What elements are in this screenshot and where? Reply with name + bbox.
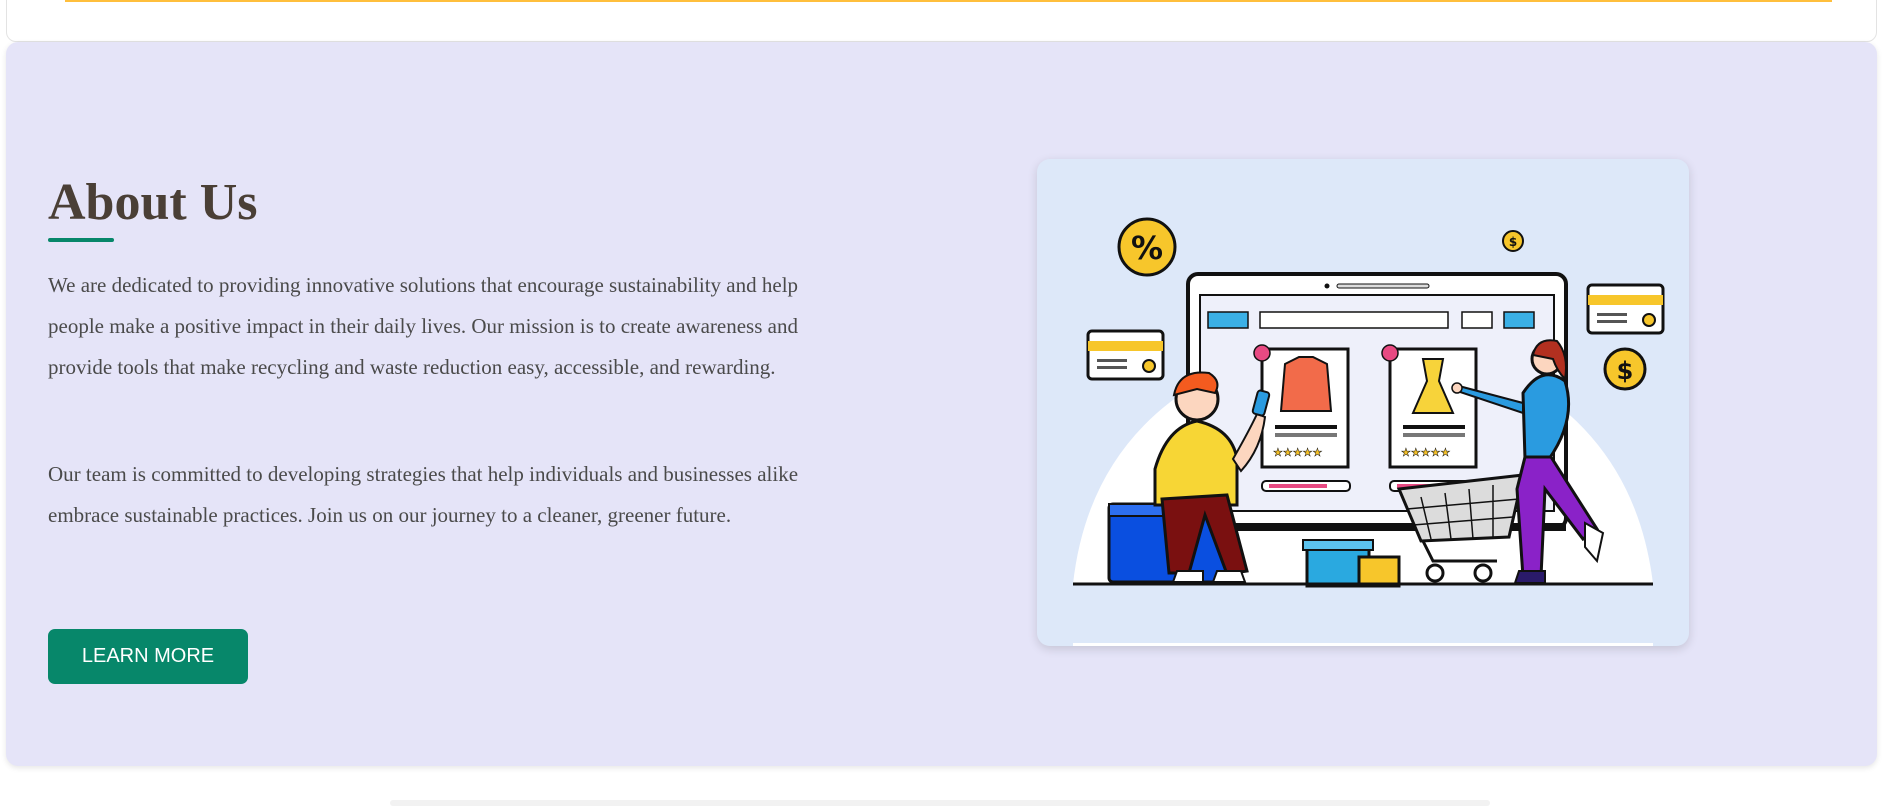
about-paragraph-2: Our team is committed to developing stra… (48, 462, 799, 527)
learn-more-button[interactable]: LEARN MORE (48, 629, 248, 684)
credit-card-icon (1086, 329, 1165, 381)
credit-card-icon-right (1586, 283, 1665, 335)
page-title: About Us (48, 174, 258, 231)
svg-text:★★★★★: ★★★★★ (1401, 446, 1450, 459)
title-underline (48, 238, 114, 242)
coin-icon: $ (1502, 230, 1524, 252)
header-card (6, 0, 1877, 42)
header-accent-strip (65, 0, 1832, 2)
next-section-edge (390, 800, 1490, 806)
svg-text:%: % (1131, 229, 1163, 267)
svg-text:$: $ (1509, 235, 1517, 249)
about-paragraph-1: We are dedicated to providing innovative… (48, 273, 799, 379)
svg-text:$: $ (1617, 357, 1634, 385)
about-section: About Us We are dedicated to providing i… (6, 42, 1877, 766)
dollar-badge-icon: $ (1603, 347, 1647, 391)
percent-badge-icon: % (1117, 217, 1177, 277)
svg-text:★★★★★: ★★★★★ (1273, 446, 1322, 459)
online-shopping-illustration: ★★★★★ ★★★★★ % $ $ (1037, 159, 1689, 646)
illustration-svg: ★★★★★ ★★★★★ % $ $ (1073, 217, 1665, 646)
